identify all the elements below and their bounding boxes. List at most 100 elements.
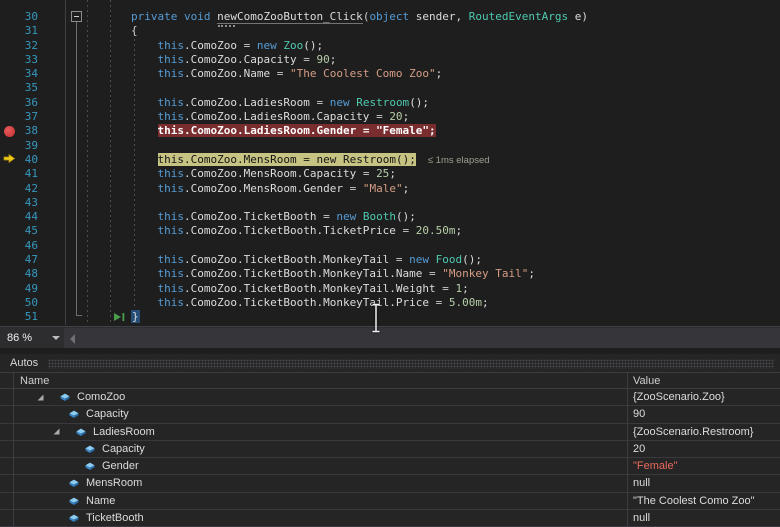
- code-line-35[interactable]: 35: [0, 81, 780, 95]
- variable-name: Gender: [102, 460, 139, 472]
- line-number: 33: [18, 53, 38, 67]
- variable-value[interactable]: null: [633, 512, 650, 524]
- chevron-down-icon: [52, 336, 60, 340]
- variable-name: MensRoom: [86, 477, 142, 489]
- code-editor[interactable]: 30private void newComoZooButton_Click(ob…: [0, 0, 780, 326]
- property-icon: [75, 427, 87, 437]
- code-line-38[interactable]: 38 this.ComoZoo.LadiesRoom.Gender = "Fem…: [0, 124, 780, 138]
- code-line-32[interactable]: 32 this.ComoZoo = new Zoo();: [0, 39, 780, 53]
- code-text: {: [38, 24, 138, 37]
- code-text: [38, 139, 131, 152]
- column-header-name[interactable]: Name: [20, 374, 49, 388]
- code-text: this.ComoZoo.TicketBooth.MonkeyTail.Name…: [38, 267, 535, 280]
- variable-value[interactable]: {ZooScenario.Restroom}: [633, 426, 753, 438]
- variable-value[interactable]: 90: [633, 408, 645, 420]
- column-header-value[interactable]: Value: [633, 374, 660, 388]
- zoom-level-dropdown[interactable]: 86 %: [0, 327, 64, 348]
- horizontal-scrollbar[interactable]: [64, 328, 780, 348]
- code-text: this.ComoZoo.TicketBooth.MonkeyTail = ne…: [38, 253, 482, 266]
- code-line-49[interactable]: 49 this.ComoZoo.TicketBooth.MonkeyTail.W…: [0, 282, 780, 296]
- code-line-37[interactable]: 37 this.ComoZoo.LadiesRoom.Capacity = 20…: [0, 110, 780, 124]
- code-text: this.ComoZoo.MensRoom.Gender = "Male";: [38, 182, 409, 195]
- line-number: 43: [18, 196, 38, 210]
- zoom-level-label: 86 %: [7, 332, 32, 344]
- line-number: 36: [18, 96, 38, 110]
- line-number: 39: [18, 139, 38, 153]
- line-number: 45: [18, 224, 38, 238]
- code-line-44[interactable]: 44 this.ComoZoo.TicketBooth = new Booth(…: [0, 210, 780, 224]
- variable-value[interactable]: "Female": [633, 460, 678, 472]
- autos-row-MensRoom[interactable]: MensRoom null: [0, 475, 780, 492]
- breakpoint-line-highlight: this.ComoZoo.LadiesRoom.Gender = "Female…: [158, 124, 436, 137]
- code-line-33[interactable]: 33 this.ComoZoo.Capacity = 90;: [0, 53, 780, 67]
- perf-tip[interactable]: ≤ 1ms elapsed: [416, 155, 490, 166]
- autos-column-headers: Name Value: [0, 372, 780, 389]
- variable-value[interactable]: 20: [633, 443, 645, 455]
- autos-row-Gender[interactable]: Gender "Female": [0, 458, 780, 475]
- column-splitter[interactable]: [627, 372, 628, 527]
- property-icon: [68, 478, 80, 488]
- title-bar-grip-dots: [48, 359, 774, 369]
- code-text: this.ComoZoo.Name = "The Coolest Como Zo…: [38, 67, 442, 80]
- autos-row-LadiesRoom[interactable]: LadiesRoom{ZooScenario.Restroom}: [0, 424, 780, 441]
- current-statement-highlight: this.ComoZoo.MensRoom = new Restroom();: [158, 153, 416, 166]
- property-icon: [68, 496, 80, 506]
- code-line-47[interactable]: 47 this.ComoZoo.TicketBooth.MonkeyTail =…: [0, 253, 780, 267]
- code-text: private void newComoZooButton_Click(obje…: [38, 10, 588, 23]
- autos-panel-title: Autos: [10, 357, 38, 369]
- code-line-50[interactable]: 50 this.ComoZoo.TicketBooth.MonkeyTail.P…: [0, 296, 780, 310]
- code-line-51[interactable]: 51}: [0, 310, 780, 324]
- autos-variable-tree: ComoZoo{ZooScenario.Zoo} Capacity 90 Ladies…: [0, 389, 780, 527]
- code-line-31[interactable]: 31{: [0, 24, 780, 38]
- code-line-34[interactable]: 34 this.ComoZoo.Name = "The Coolest Como…: [0, 67, 780, 81]
- code-line-41[interactable]: 41 this.ComoZoo.MensRoom.Capacity = 25;: [0, 167, 780, 181]
- mouse-cursor-ibeam: [370, 303, 382, 333]
- line-number: 31: [18, 24, 38, 38]
- variable-name: Name: [86, 495, 115, 507]
- code-text: this.ComoZoo.Capacity = 90;: [38, 53, 336, 66]
- code-line-48[interactable]: 48 this.ComoZoo.TicketBooth.MonkeyTail.N…: [0, 267, 780, 281]
- autos-row-Capacity[interactable]: Capacity 90: [0, 406, 780, 423]
- line-number: 34: [18, 67, 38, 81]
- code-line-45[interactable]: 45 this.ComoZoo.TicketBooth.TicketPrice …: [0, 224, 780, 238]
- grid-gutter-line: [13, 372, 14, 527]
- code-line-42[interactable]: 42 this.ComoZoo.MensRoom.Gender = "Male"…: [0, 182, 780, 196]
- autos-row-TicketBooth[interactable]: TicketBoothnull: [0, 510, 780, 527]
- ide-window: 30private void newComoZooButton_Click(ob…: [0, 0, 780, 527]
- scroll-left-arrow-icon[interactable]: [70, 334, 75, 344]
- autos-row-ComoZoo[interactable]: ComoZoo{ZooScenario.Zoo}: [0, 389, 780, 406]
- code-text: this.ComoZoo.LadiesRoom = new Restroom()…: [38, 96, 429, 109]
- line-number: 48: [18, 267, 38, 281]
- line-number: 35: [18, 81, 38, 95]
- run-to-click-icon[interactable]: [112, 311, 127, 323]
- line-number: 44: [18, 210, 38, 224]
- current-statement-arrow-icon[interactable]: [0, 153, 18, 167]
- autos-panel-title-bar[interactable]: Autos: [0, 354, 780, 372]
- line-number: 37: [18, 110, 38, 124]
- property-icon: [68, 513, 80, 523]
- line-number: 49: [18, 282, 38, 296]
- expand-toggle-icon[interactable]: [52, 427, 68, 436]
- line-number: 41: [18, 167, 38, 181]
- code-line-43[interactable]: 43: [0, 196, 780, 210]
- editor-bottom-bar: 86 %: [0, 326, 780, 348]
- code-text: [38, 81, 131, 94]
- variable-value[interactable]: {ZooScenario.Zoo}: [633, 391, 725, 403]
- code-text: this.ComoZoo.TicketBooth.TicketPrice = 2…: [38, 224, 462, 237]
- code-line-30[interactable]: 30private void newComoZooButton_Click(ob…: [0, 10, 780, 24]
- code-text: this.ComoZoo.MensRoom.Capacity = 25;: [38, 167, 396, 180]
- line-number: 51: [18, 310, 38, 324]
- expand-toggle-icon[interactable]: [36, 393, 52, 402]
- variable-value[interactable]: "The Coolest Como Zoo": [633, 495, 755, 507]
- line-number: 32: [18, 39, 38, 53]
- code-line-36[interactable]: 36 this.ComoZoo.LadiesRoom = new Restroo…: [0, 96, 780, 110]
- code-line-40[interactable]: 40 this.ComoZoo.MensRoom = new Restroom(…: [0, 153, 780, 167]
- autos-row-Capacity[interactable]: Capacity20: [0, 441, 780, 458]
- variable-value[interactable]: null: [633, 477, 650, 489]
- code-line-46[interactable]: 46: [0, 239, 780, 253]
- code-text: this.ComoZoo.TicketBooth.MonkeyTail.Pric…: [38, 296, 489, 309]
- code-lines: 30private void newComoZooButton_Click(ob…: [0, 10, 780, 325]
- variable-name: Capacity: [86, 408, 129, 420]
- code-line-39[interactable]: 39: [0, 139, 780, 153]
- autos-row-Name[interactable]: Name "The Coolest Como Zoo": [0, 493, 780, 510]
